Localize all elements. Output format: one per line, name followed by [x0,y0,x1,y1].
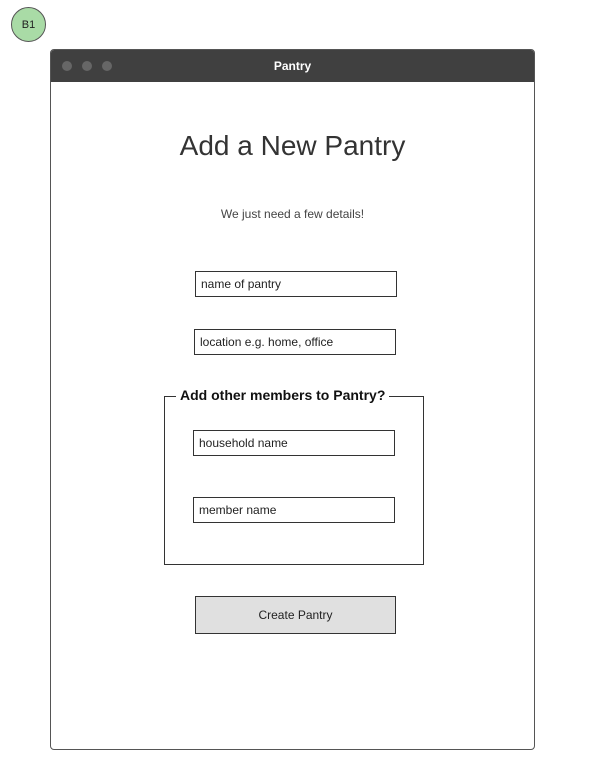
create-pantry-button[interactable]: Create Pantry [195,596,396,634]
pantry-name-input[interactable] [195,271,397,297]
household-name-input[interactable] [193,430,395,456]
window-titlebar: Pantry [51,50,534,82]
page-heading: Add a New Pantry [179,130,406,161]
page: B1 Pantry Add a New Pantry We just need … [0,0,598,782]
page-subheading: We just need a few details! [220,207,365,221]
app-window: Pantry Add a New Pantry We just need a f… [50,49,535,750]
members-fieldset [164,396,424,565]
members-fieldset-legend: Add other members to Pantry? [176,387,390,403]
member-name-input[interactable] [193,497,395,523]
screen-badge: B1 [11,7,46,42]
window-title: Pantry [273,59,312,73]
pantry-location-input[interactable] [194,329,396,355]
